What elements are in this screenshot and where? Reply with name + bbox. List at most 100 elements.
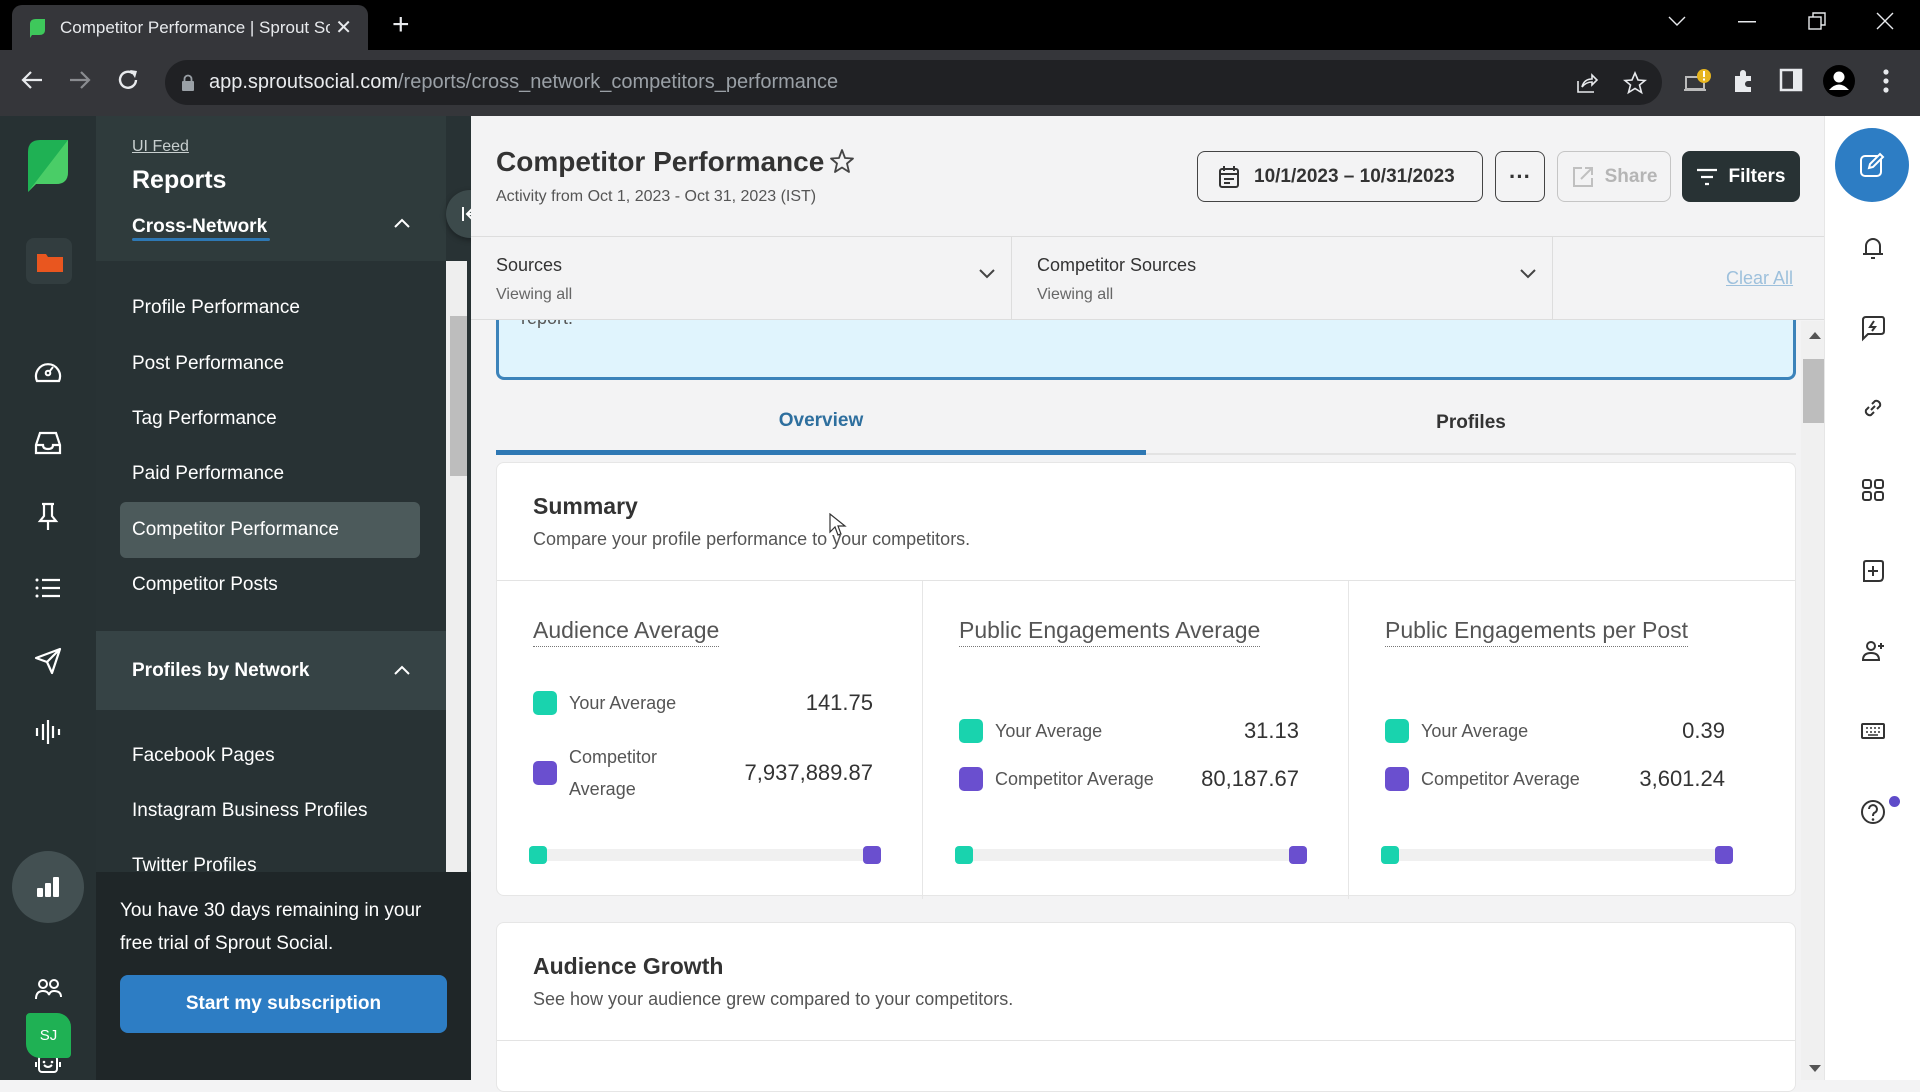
compose-button[interactable]	[1835, 128, 1909, 202]
competitor-average-value: 80,187.67	[1201, 766, 1299, 791]
link-icon[interactable]	[1859, 394, 1887, 422]
keyboard-shortcuts-icon[interactable]	[1859, 717, 1887, 745]
right-rail	[1824, 116, 1920, 1080]
main-content: Competitor Performance Activity from Oct…	[471, 116, 1824, 1092]
sprout-logo-icon[interactable]	[26, 138, 70, 192]
add-user-icon[interactable]	[1859, 637, 1887, 665]
listening-icon[interactable]	[28, 712, 68, 752]
sidebar-item-competitor-performance[interactable]: Competitor Performance	[120, 502, 420, 558]
section-cross-network[interactable]: Cross-Network	[96, 206, 446, 262]
your-average-label: Your Average	[569, 693, 677, 713]
extensions-puzzle-icon[interactable]	[1731, 68, 1757, 94]
main-scroll-thumb[interactable]	[1803, 359, 1824, 423]
reports-icon[interactable]	[28, 867, 68, 907]
scroll-up-icon[interactable]	[1809, 332, 1821, 339]
new-tab-button[interactable]: +	[392, 8, 410, 42]
date-range-button[interactable]: 10/1/2023 – 10/31/2023	[1197, 151, 1483, 202]
chevron-up-icon[interactable]	[394, 665, 410, 675]
scroll-down-icon[interactable]	[1809, 1065, 1821, 1072]
close-window-icon[interactable]	[1876, 12, 1894, 30]
sidebar-item-instagram-business-profiles[interactable]: Instagram Business Profiles	[120, 783, 420, 839]
activity-range: Activity from Oct 1, 2023 - Oct 31, 2023…	[496, 188, 817, 205]
sources-filter[interactable]: Sources Viewing all	[471, 237, 1012, 321]
people-icon[interactable]	[28, 970, 68, 1010]
main-scrollbar[interactable]	[1801, 321, 1824, 1080]
more-options-button[interactable]: ···	[1495, 151, 1545, 202]
filters-button[interactable]: Filters	[1682, 151, 1800, 202]
minimize-icon[interactable]	[1738, 21, 1756, 23]
info-banner: report.	[496, 320, 1796, 380]
section-label: Cross-Network	[132, 216, 268, 237]
breadcrumb-ui-feed[interactable]: UI Feed	[132, 138, 189, 156]
competitor-average-value: 7,937,889.87	[744, 760, 873, 785]
tab-overview[interactable]: Overview	[496, 391, 1146, 455]
inbox-icon[interactable]	[28, 423, 68, 463]
summary-subtitle: Compare your profile performance to your…	[533, 529, 971, 549]
address-bar[interactable]: app.sproutsocial.com/reports/cross_netwo…	[165, 60, 1662, 105]
competitor-sources-label: Competitor Sources	[1037, 255, 1197, 275]
report-tabs: Overview Profiles	[496, 391, 1796, 455]
tab-search-icon[interactable]	[1668, 16, 1686, 26]
favorite-star-icon[interactable]	[829, 148, 855, 174]
add-content-icon[interactable]	[1859, 557, 1887, 585]
help-icon[interactable]	[1859, 798, 1887, 826]
competitor-average-value: 3,601.24	[1639, 766, 1725, 791]
browser-tab[interactable]: Competitor Performance | Sprout Social ✕	[12, 5, 368, 50]
sidebar-item-competitor-posts[interactable]: Competitor Posts	[120, 557, 420, 613]
competitor-marker	[1715, 846, 1733, 864]
metric-title[interactable]: Public Engagements per Post	[1385, 617, 1689, 647]
list-icon[interactable]	[28, 568, 68, 608]
url-text: app.sproutsocial.com/reports/cross_netwo…	[209, 71, 839, 93]
your-marker	[529, 846, 547, 864]
quick-reply-icon[interactable]	[1859, 314, 1887, 342]
back-icon[interactable]	[20, 68, 44, 92]
sidebar-scroll-thumb[interactable]	[450, 316, 467, 476]
sidebar-item-post-performance[interactable]: Post Performance	[120, 336, 420, 392]
share-button[interactable]: Share	[1557, 151, 1671, 202]
metric-title[interactable]: Public Engagements Average	[959, 617, 1261, 647]
close-tab-icon[interactable]: ✕	[335, 15, 352, 40]
competitor-average-row: Competitor Average 7,937,889.87	[533, 741, 873, 805]
comparison-bar	[955, 846, 1307, 864]
sprout-favicon-icon	[30, 18, 45, 38]
page-title: Competitor Performance	[496, 146, 825, 177]
lock-icon	[182, 74, 194, 91]
sidebar-item-paid-performance[interactable]: Paid Performance	[120, 446, 420, 502]
forward-icon[interactable]	[68, 68, 92, 92]
reload-icon[interactable]	[116, 68, 140, 92]
start-subscription-button[interactable]: Start my subscription	[120, 975, 447, 1033]
folder-icon[interactable]	[37, 252, 63, 272]
section-profiles-by-network[interactable]: Profiles by Network	[96, 631, 446, 710]
send-icon[interactable]	[28, 640, 68, 680]
profile-avatar-icon[interactable]	[1822, 64, 1856, 98]
tab-profiles[interactable]: Profiles	[1146, 391, 1796, 455]
your-average-label: Your Average	[995, 721, 1103, 741]
browser-tab-bar: Competitor Performance | Sprout Social ✕…	[0, 0, 1920, 50]
pin-icon[interactable]	[28, 496, 68, 536]
competitor-marker	[1289, 846, 1307, 864]
browser-toolbar: app.sproutsocial.com/reports/cross_netwo…	[0, 50, 1920, 116]
side-panel-icon[interactable]	[1779, 68, 1803, 92]
competitor-sources-filter[interactable]: Competitor Sources Viewing all	[1012, 237, 1553, 321]
mouse-cursor-icon	[829, 513, 847, 536]
restore-icon[interactable]	[1808, 12, 1826, 30]
competitor-average-swatch	[533, 761, 557, 785]
metric-title[interactable]: Audience Average	[533, 617, 720, 647]
date-range-label: 10/1/2023 – 10/31/2023	[1254, 165, 1455, 187]
notifications-bell-icon[interactable]	[1859, 234, 1887, 262]
sidebar-item-profile-performance[interactable]: Profile Performance	[120, 280, 420, 336]
clear-all-link[interactable]: Clear All	[1726, 268, 1793, 289]
user-avatar[interactable]: SJ	[26, 1013, 71, 1058]
share-page-icon[interactable]	[1575, 71, 1599, 95]
chevron-up-icon[interactable]	[394, 218, 410, 228]
card-divider	[497, 1040, 1795, 1041]
summary-card: Summary Compare your profile performance…	[496, 462, 1796, 899]
sidebar-item-tag-performance[interactable]: Tag Performance	[120, 391, 420, 447]
bookmark-star-icon[interactable]	[1623, 71, 1647, 95]
sidebar-item-facebook-pages[interactable]: Facebook Pages	[120, 728, 420, 784]
apps-grid-icon[interactable]	[1859, 476, 1887, 504]
extension-alert-icon[interactable]	[1684, 68, 1712, 96]
trial-banner: You have 30 days remaining in your free …	[96, 872, 471, 1080]
dashboard-icon[interactable]	[28, 351, 68, 391]
browser-menu-icon[interactable]	[1882, 68, 1890, 94]
